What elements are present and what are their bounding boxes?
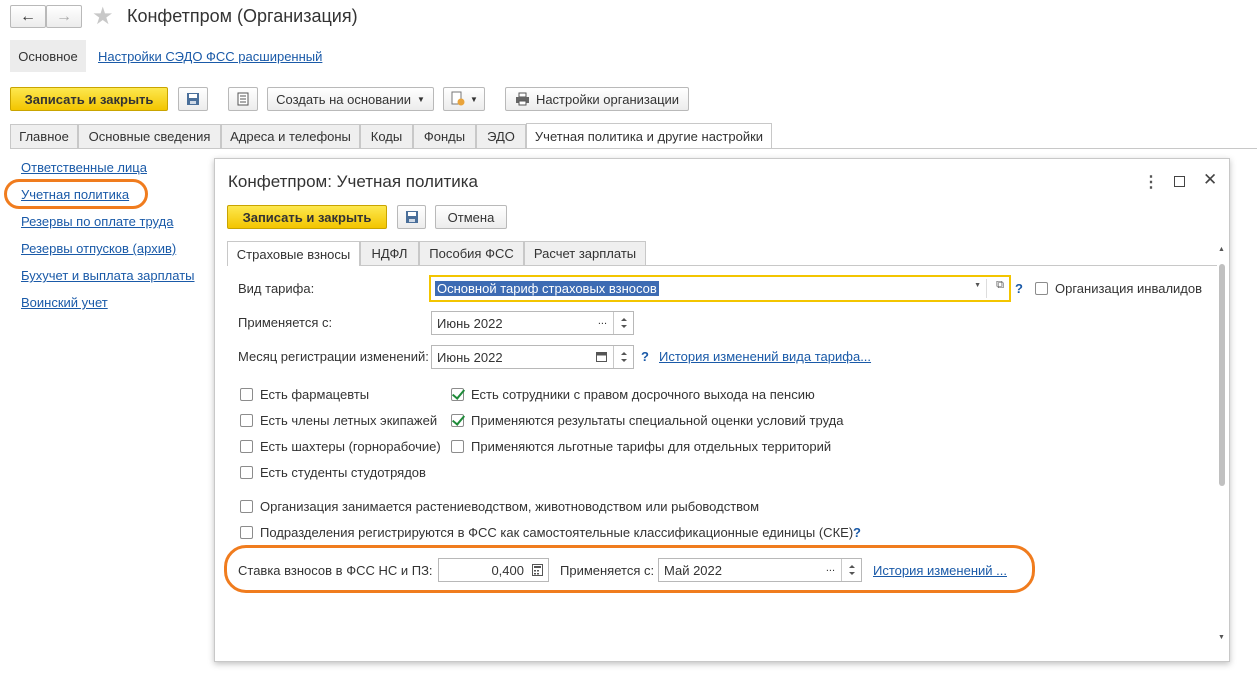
tariff-label: Вид тарифа: <box>238 281 315 296</box>
flight-crew-checkbox[interactable] <box>240 414 253 427</box>
agriculture-label: Организация занимается растениеводством,… <box>260 499 760 514</box>
tab-fss-benefits[interactable]: Пособия ФСС <box>419 241 524 265</box>
print-docs-button[interactable]: ▼ <box>443 87 485 111</box>
early-retirement-label: Есть сотрудники с правом досрочного выхо… <box>471 387 815 402</box>
sidebar-item-payroll-reserves[interactable]: Резервы по оплате труда <box>21 214 173 229</box>
tab-main-form[interactable]: Основное <box>10 40 86 72</box>
reg-help-icon[interactable]: ? <box>641 349 649 364</box>
special-assessment-checkbox[interactable] <box>451 414 464 427</box>
arrow-left-icon: ← <box>20 7 36 25</box>
applies-field[interactable]: Июнь 2022 ... <box>431 311 634 335</box>
dialog-save-close-button[interactable]: Записать и закрыть <box>227 205 387 229</box>
tab-ndfl[interactable]: НДФЛ <box>360 241 419 265</box>
miners-checkbox[interactable] <box>240 440 253 453</box>
dialog-title: Конфетпром: Учетная политика <box>228 172 479 191</box>
history-tariff-link[interactable]: История изменений вида тарифа... <box>659 349 871 364</box>
calendar-icon[interactable] <box>596 351 607 362</box>
floppy-icon <box>405 211 418 223</box>
ellipsis-icon[interactable]: ... <box>598 315 607 327</box>
dropdown-arrow-icon: ▼ <box>416 94 425 104</box>
tab-insurance[interactable]: Страховые взносы <box>227 241 360 266</box>
floppy-icon <box>187 93 199 105</box>
tab-codes[interactable]: Коды <box>360 124 413 148</box>
tariff-select[interactable]: Основной тариф страховых взносов ▼ ⧉ <box>429 275 1011 302</box>
agriculture-checkbox[interactable] <box>240 500 253 513</box>
scroll-up-arrow[interactable]: ▲ <box>1218 246 1225 253</box>
flight-crew-label: Есть члены летных экипажей <box>260 413 438 428</box>
highlight-sidebar <box>4 179 148 209</box>
students-checkbox[interactable] <box>240 466 253 479</box>
tab-funds[interactable]: Фонды <box>413 124 476 148</box>
close-icon[interactable]: ✕ <box>1203 170 1217 190</box>
highlight-rate-row <box>224 545 1035 593</box>
regional-tariffs-checkbox[interactable] <box>451 440 464 453</box>
ske-help-icon[interactable]: ? <box>853 525 861 540</box>
more-icon[interactable]: ⋮ <box>1143 172 1159 192</box>
sidebar-item-salary-accounting[interactable]: Бухучет и выплата зарплаты <box>21 268 195 283</box>
applies-label: Применяется с: <box>238 315 333 330</box>
maximize-icon[interactable] <box>1174 176 1185 187</box>
students-label: Есть студенты студотрядов <box>260 465 426 480</box>
scroll-down-arrow[interactable]: ▼ <box>1218 634 1225 641</box>
sidebar-item-military[interactable]: Воинский учет <box>21 295 108 310</box>
reg-month-stepper[interactable] <box>613 346 633 368</box>
arrow-right-icon: → <box>56 7 72 25</box>
create-based-button[interactable]: Создать на основании ▼ <box>267 87 434 111</box>
tab-edo[interactable]: ЭДО <box>476 124 526 148</box>
tab-payroll[interactable]: Расчет зарплаты <box>524 241 646 265</box>
ske-checkbox[interactable] <box>240 526 253 539</box>
star-icon[interactable]: ★ <box>92 2 114 31</box>
disabled-org-checkbox[interactable] <box>1035 282 1048 295</box>
sidebar-item-vacation-reserves[interactable]: Резервы отпусков (архив) <box>21 241 176 256</box>
early-retirement-checkbox[interactable] <box>451 388 464 401</box>
cancel-button[interactable]: Отмена <box>435 205 507 229</box>
tab-main-info[interactable]: Основные сведения <box>78 124 221 148</box>
document-gear-icon <box>451 91 465 106</box>
printer-icon <box>515 92 529 106</box>
special-assessment-label: Применяются результаты специальной оценк… <box>471 413 844 428</box>
dialog-tabs-baseline <box>227 265 1217 266</box>
sidebar-item-responsible[interactable]: Ответственные лица <box>21 160 147 175</box>
tab-glavnoe[interactable]: Главное <box>10 124 78 148</box>
org-settings-button[interactable]: Настройки организации <box>505 87 689 111</box>
reg-month-label: Месяц регистрации изменений: <box>238 349 429 364</box>
scrollbar-thumb[interactable] <box>1219 264 1225 486</box>
tariff-help-icon[interactable]: ? <box>1015 281 1023 296</box>
forward-button[interactable]: → <box>46 5 82 28</box>
save-button[interactable] <box>178 87 208 111</box>
main-tabs-baseline <box>10 148 1257 149</box>
reg-month-field[interactable]: Июнь 2022 <box>431 345 634 369</box>
dialog-save-button[interactable] <box>397 205 426 229</box>
window-title: Конфетпром (Организация) <box>127 6 358 26</box>
miners-label: Есть шахтеры (горнорабочие) <box>260 439 441 454</box>
sedo-settings-link[interactable]: Настройки СЭДО ФСС расширенный <box>98 49 322 64</box>
month-stepper[interactable] <box>613 312 633 334</box>
tab-accounting-policy[interactable]: Учетная политика и другие настройки <box>526 123 772 148</box>
pharmacists-label: Есть фармацевты <box>260 387 370 402</box>
dropdown-arrow-icon[interactable]: ▼ <box>974 282 981 289</box>
regional-tariffs-label: Применяются льготные тарифы для отдельны… <box>471 439 832 454</box>
list-button[interactable] <box>228 87 258 111</box>
back-button[interactable]: ← <box>10 5 46 28</box>
field-divider <box>986 279 987 298</box>
tariff-value: Основной тариф страховых взносов <box>435 281 659 296</box>
open-icon[interactable]: ⧉ <box>996 279 1004 292</box>
document-list-icon <box>237 92 249 106</box>
ske-label: Подразделения регистрируются в ФСС как с… <box>260 525 854 540</box>
pharmacists-checkbox[interactable] <box>240 388 253 401</box>
tab-addresses[interactable]: Адреса и телефоны <box>221 124 360 148</box>
save-close-button[interactable]: Записать и закрыть <box>10 87 168 111</box>
disabled-org-label: Организация инвалидов <box>1055 281 1203 296</box>
dropdown-arrow-icon: ▼ <box>470 94 478 104</box>
